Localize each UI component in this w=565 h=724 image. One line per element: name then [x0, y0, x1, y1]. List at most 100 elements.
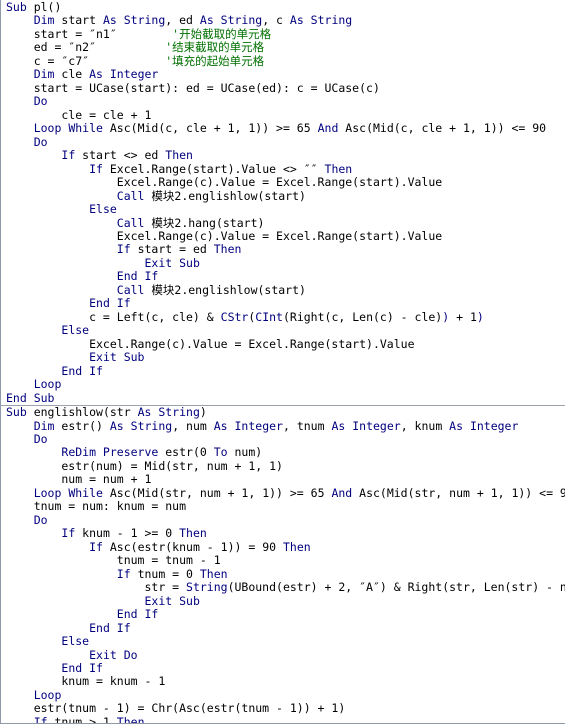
- code-line[interactable]: If tnum = 0 Then: [1, 567, 565, 581]
- procedure-englishlow[interactable]: Sub englishlow(str As String) Dim estr()…: [1, 405, 565, 724]
- code-line[interactable]: knum = knum - 1: [1, 675, 565, 688]
- code-line[interactable]: Loop While Asc(Mid(str, num + 1, 1)) >= …: [1, 485, 565, 500]
- code-token-id: , num: [172, 418, 214, 433]
- code-line[interactable]: Exit Sub: [1, 256, 565, 270]
- code-token-id: [6, 526, 61, 540]
- code-line[interactable]: End If: [1, 607, 565, 621]
- code-token-id: tnum > 1: [54, 714, 117, 724]
- code-token-kw: As String: [289, 13, 353, 28]
- code-token-kw: As String: [199, 13, 263, 28]
- code-line[interactable]: End If: [1, 621, 565, 635]
- code-line[interactable]: End If: [1, 270, 565, 283]
- code-line[interactable]: cle = cle + 1: [1, 107, 565, 122]
- code-token-id: [6, 688, 34, 702]
- vba-code-editor[interactable]: Sub pl() Dim start As String, ed As Stri…: [0, 0, 565, 724]
- code-line[interactable]: start = ″n1″ '开始截取的单元格: [1, 27, 565, 41]
- code-token-id: [6, 256, 144, 270]
- code-token-id: cle = cle + 1: [6, 107, 152, 122]
- code-line[interactable]: Dim estr() As String, num As Integer, tn…: [1, 418, 565, 433]
- code-line[interactable]: Dim cle As Integer: [1, 68, 565, 81]
- code-line[interactable]: Excel.Range(c).Value = Excel.Range(start…: [1, 175, 565, 189]
- code-token-kw: Dim: [33, 13, 62, 28]
- code-line[interactable]: If start <> ed Then: [1, 148, 565, 163]
- code-line[interactable]: Exit Sub: [1, 594, 565, 608]
- code-line[interactable]: tnum = num: knum = num: [1, 500, 565, 513]
- code-token-kw: Else: [61, 634, 90, 649]
- code-token-kw: Else: [61, 323, 90, 338]
- code-token-kw: If: [116, 242, 138, 257]
- code-line[interactable]: If start = ed Then: [1, 243, 565, 256]
- code-line[interactable]: Exit Do: [1, 647, 565, 662]
- code-token-id: [6, 661, 61, 675]
- code-token-kw: Dim: [33, 67, 62, 82]
- code-line[interactable]: Exit Sub: [1, 350, 565, 364]
- code-token-kw: Do: [33, 134, 48, 149]
- code-line[interactable]: start = UCase(start): ed = UCase(ed): c …: [1, 81, 565, 95]
- code-token-id: [6, 607, 117, 621]
- code-token-kw: If: [89, 539, 110, 554]
- code-line[interactable]: Excel.Range(c).Value = Excel.Range(start…: [1, 229, 565, 243]
- code-token-id: Asc(estr(knum - 1)) = 90: [109, 539, 283, 554]
- code-token-id: [6, 567, 117, 581]
- code-line[interactable]: str = String(UBound(estr) + 2, ″A″) & Ri…: [1, 580, 565, 595]
- code-token-kw: Loop While: [33, 485, 110, 500]
- code-token-id: 模块2.hang(start): [151, 215, 265, 230]
- code-token-kw: Sub: [6, 0, 34, 14]
- code-line[interactable]: Do: [1, 432, 565, 446]
- code-line[interactable]: Do: [1, 134, 565, 149]
- code-token-id: , c: [262, 13, 290, 28]
- code-token-kw: Do: [33, 94, 48, 109]
- code-token-id: [6, 121, 34, 135]
- code-line[interactable]: Do: [1, 513, 565, 527]
- code-line[interactable]: End If: [1, 364, 565, 378]
- code-line[interactable]: estr(num) = Mid(str, num + 1, 1): [1, 459, 565, 473]
- code-line[interactable]: estr(tnum - 1) = Chr(Asc(estr(tnum - 1))…: [1, 702, 565, 715]
- code-line[interactable]: Sub englishlow(str As String): [1, 405, 565, 420]
- code-token-kw: CInt: [255, 309, 283, 324]
- code-line[interactable]: Do: [1, 95, 565, 108]
- code-line[interactable]: Excel.Range(c).Value = Excel.Range(start…: [1, 337, 565, 351]
- code-line[interactable]: Call 模块2.englishlow(start): [1, 189, 565, 203]
- code-line[interactable]: num = num + 1: [1, 473, 565, 486]
- code-line[interactable]: If Asc(estr(knum - 1)) = 90 Then: [1, 539, 565, 554]
- code-line[interactable]: If knum - 1 >= 0 Then: [1, 527, 565, 540]
- code-token-id: c = Left(c, cle) &: [6, 309, 221, 324]
- code-token-id: [6, 162, 89, 176]
- code-line[interactable]: Loop While Asc(Mid(c, cle + 1, 1)) >= 65…: [1, 121, 565, 135]
- procedure-pl[interactable]: Sub pl() Dim start As String, ed As Stri…: [1, 0, 565, 405]
- code-line[interactable]: Else: [1, 634, 565, 649]
- code-line[interactable]: ReDim Preserve estr(0 To num): [1, 446, 565, 459]
- code-token-id: ): [199, 405, 207, 420]
- code-token-kw: ReDim Preserve: [61, 445, 166, 460]
- code-line[interactable]: Dim start As String, ed As String, c As …: [1, 14, 565, 27]
- code-line[interactable]: tnum = tnum - 1: [1, 553, 565, 567]
- code-line[interactable]: Sub pl(): [1, 0, 565, 14]
- code-line[interactable]: c = Left(c, cle) & CStr(CInt(Right(c, Le…: [1, 309, 565, 324]
- code-token-id: [6, 634, 61, 648]
- code-token-kw: Dim: [33, 418, 62, 433]
- code-line[interactable]: End If: [1, 660, 565, 675]
- code-token-kw: If: [33, 714, 55, 724]
- code-line[interactable]: If Excel.Range(start).Value <> ″″ Then: [1, 162, 565, 176]
- code-line[interactable]: Call 模块2.englishlow(start): [1, 283, 565, 297]
- code-line[interactable]: End Sub: [1, 391, 565, 405]
- code-line[interactable]: c = ″c7″ '填充的起始单元格: [1, 53, 565, 68]
- code-token-kw: End If: [61, 660, 103, 675]
- code-token-kw: Exit Do: [89, 647, 138, 662]
- code-line[interactable]: Else: [1, 324, 565, 337]
- code-line[interactable]: Else: [1, 202, 565, 216]
- code-token-cmt: '结束截取的单元格: [165, 40, 265, 55]
- code-line[interactable]: Call 模块2.hang(start): [1, 215, 565, 230]
- code-token-kw: String: [186, 580, 228, 595]
- code-line[interactable]: ed = ″n2″ '结束截取的单元格: [1, 41, 565, 54]
- code-line[interactable]: Loop: [1, 377, 565, 391]
- code-line[interactable]: End If: [1, 297, 565, 310]
- code-token-id: c = ″c7″: [6, 53, 166, 68]
- code-token-kw: Call: [116, 215, 152, 230]
- code-line[interactable]: If tnum > 1 Then: [1, 714, 565, 724]
- code-token-kw: Loop: [33, 687, 62, 702]
- code-token-kw: If: [61, 148, 83, 163]
- code-token-id: ed = ″n2″: [6, 40, 166, 55]
- code-token-id: [6, 216, 117, 230]
- code-line[interactable]: Loop: [1, 687, 565, 702]
